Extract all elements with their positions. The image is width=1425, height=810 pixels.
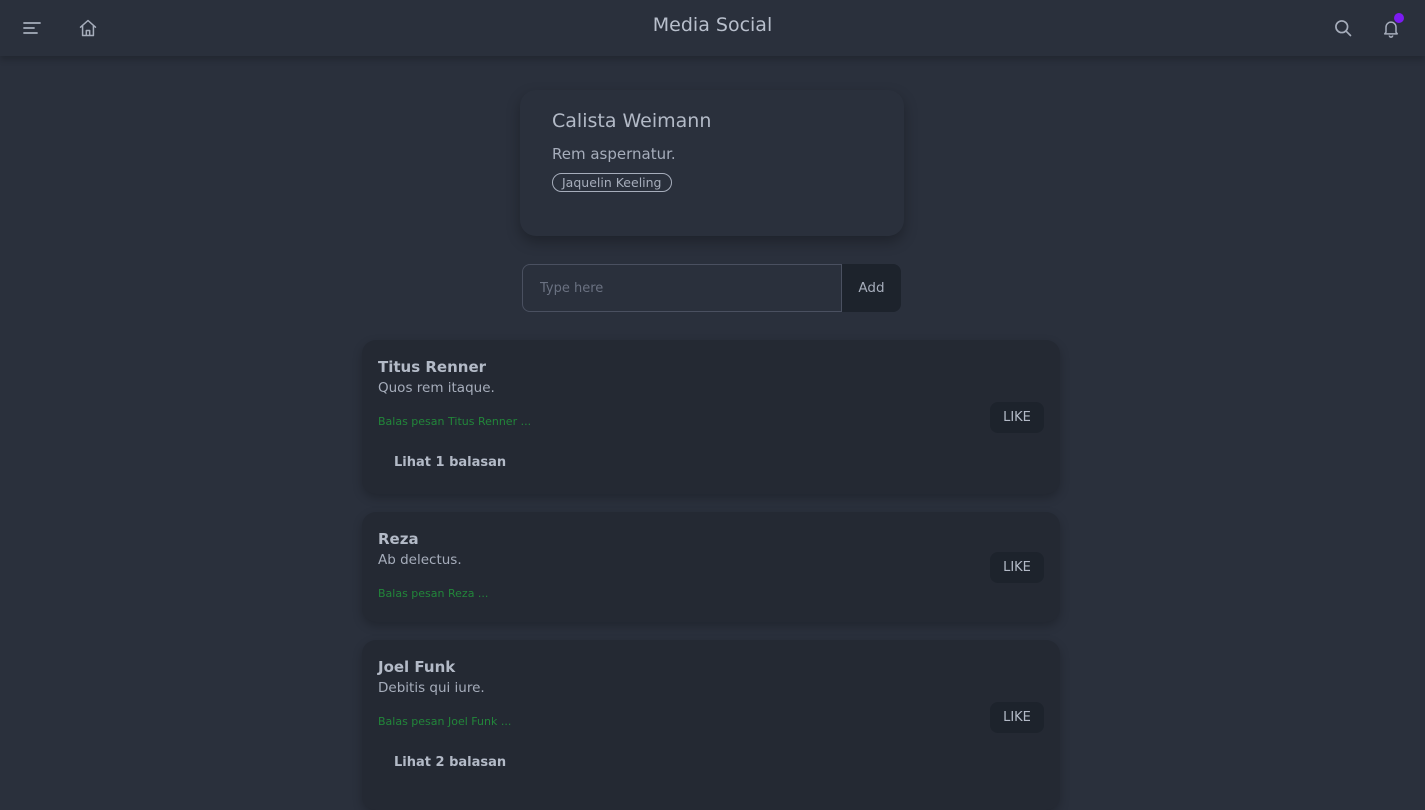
post-author: Calista Weimann	[552, 110, 712, 132]
reply-link[interactable]: Balas pesan Joel Funk ...	[378, 715, 1044, 728]
navbar: Media Social	[0, 0, 1425, 56]
comment-text: Ab delectus.	[378, 552, 462, 568]
comment-card: Joel Funk Debitis qui iure. Balas pesan …	[362, 640, 1060, 810]
comment-input[interactable]	[522, 264, 842, 312]
comment-form: Add	[522, 264, 901, 312]
notification-badge	[1394, 13, 1404, 23]
post-text: Rem aspernatur.	[552, 145, 676, 163]
comment-author: Reza	[378, 530, 419, 548]
post-tag-badge: Jaquelin Keeling	[552, 173, 672, 192]
search-icon	[1335, 20, 1352, 37]
comment-card: Reza Ab delectus. Balas pesan Reza ... L…	[362, 512, 1060, 622]
add-comment-button[interactable]: Add	[842, 264, 901, 312]
comment-author: Titus Renner	[378, 358, 487, 376]
search-button[interactable]	[1323, 8, 1363, 48]
comment-author: Joel Funk	[378, 658, 456, 676]
view-replies-link[interactable]: Lihat 1 balasan	[394, 455, 1044, 470]
view-replies-link[interactable]: Lihat 2 balasan	[394, 755, 1044, 770]
comment-text: Quos rem itaque.	[378, 380, 495, 396]
reply-link[interactable]: Balas pesan Titus Renner ...	[378, 415, 1044, 428]
like-button[interactable]: LIKE	[990, 702, 1044, 733]
post-card: Calista Weimann Rem aspernatur. Jaquelin…	[520, 90, 904, 236]
comment-text: Debitis qui iure.	[378, 680, 485, 696]
reply-link[interactable]: Balas pesan Reza ...	[378, 587, 1044, 600]
like-button[interactable]: LIKE	[990, 402, 1044, 433]
comment-card: Titus Renner Quos rem itaque. Balas pesa…	[362, 340, 1060, 494]
notifications-button[interactable]	[1371, 8, 1411, 48]
like-button[interactable]: LIKE	[990, 552, 1044, 583]
app-title: Media Social	[652, 14, 773, 36]
